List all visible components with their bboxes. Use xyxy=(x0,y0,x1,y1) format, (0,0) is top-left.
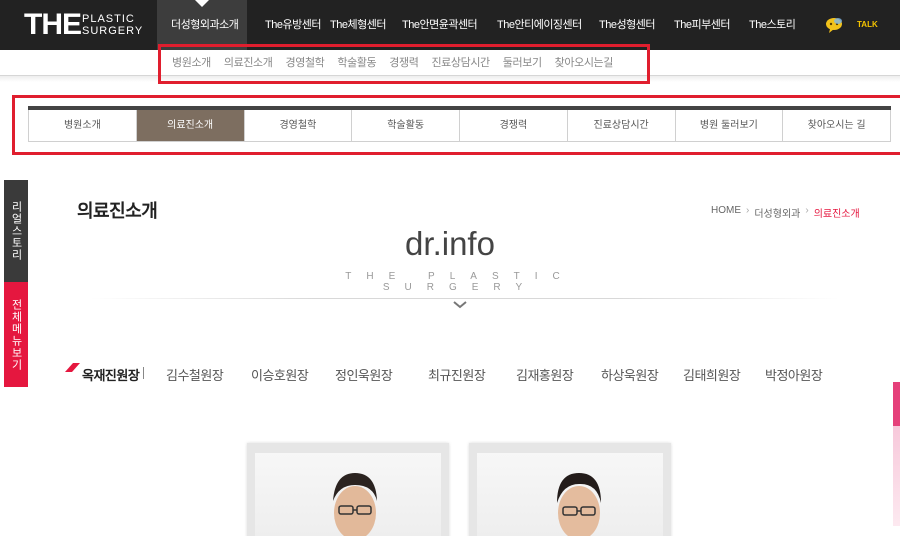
gnb-label: 더성형외과소개 xyxy=(171,19,239,31)
breadcrumb-section[interactable]: 더성형외과 xyxy=(754,205,800,220)
doctor-tab-1[interactable]: 옥재진원장 xyxy=(82,365,166,384)
gnb-label: The안면윤곽센터 xyxy=(402,19,478,31)
doctor-tab-4[interactable]: 정인욱원장 xyxy=(335,365,428,384)
gnb-item-story[interactable]: The스토리 xyxy=(740,0,810,50)
gnb-label: The유방센터 xyxy=(265,19,321,31)
breadcrumb: HOME › 더성형외과 › 의료진소개 xyxy=(711,205,860,220)
doctor-tab-6[interactable]: 김재홍원장 xyxy=(516,365,601,384)
tab-directions[interactable]: 찾아오시는 길 xyxy=(783,110,891,141)
tab-academic[interactable]: 학술활동 xyxy=(352,110,460,141)
gnb-label: The스토리 xyxy=(749,19,796,31)
gnb-label: The피부센터 xyxy=(674,19,730,31)
doctor-list: 옥재진원장 김수철원장 이승호원장 정인욱원장 최규진원장 김재홍원장 하상욱원… xyxy=(82,365,835,384)
gnb-label: The체형센터 xyxy=(330,19,386,31)
gnb-label: The안티에이징센터 xyxy=(497,19,582,31)
hero-subtitle: THE PLASTIC SURGERY xyxy=(345,271,575,293)
gnb-item-skin-center[interactable]: The피부센터 xyxy=(665,0,740,50)
logo-plastic: PLASTIC xyxy=(82,13,135,25)
doctor-tab-7[interactable]: 하상욱원장 xyxy=(601,365,683,384)
side-tab-all-menu[interactable]: 전체메뉴보기 xyxy=(4,282,28,387)
hero-title: dr.info xyxy=(405,225,495,262)
logo[interactable]: THE PLASTIC SURGERY xyxy=(24,8,142,42)
chat-icon[interactable] xyxy=(825,17,843,33)
section-tabs: 병원소개 의료진소개 경영철학 학술활동 경쟁력 진료상담시간 병원 둘러보기 … xyxy=(28,110,891,142)
gnb-item-antiaging-center[interactable]: The안티에이징센터 xyxy=(490,0,591,50)
doctor-portrait-icon xyxy=(333,473,377,536)
page: THE PLASTIC SURGERY 더성형외과소개 The유방센터 The체… xyxy=(0,0,900,536)
gnb-label: The성형센터 xyxy=(599,19,655,31)
side-tab-label: 전체메뉴보기 xyxy=(10,298,22,371)
right-quick-panel xyxy=(893,426,900,526)
breadcrumb-home[interactable]: HOME xyxy=(711,205,741,220)
gnb-item-clinic-intro[interactable]: 더성형외과소개 xyxy=(157,0,247,50)
tab-competitiveness[interactable]: 경쟁력 xyxy=(460,110,568,141)
hero-divider xyxy=(90,298,840,299)
tab-hospital-intro[interactable]: 병원소개 xyxy=(29,110,137,141)
doctor-tab-5[interactable]: 최규진원장 xyxy=(428,365,516,384)
tab-philosophy[interactable]: 경영철학 xyxy=(244,110,353,141)
doctor-photo-card[interactable] xyxy=(469,443,671,536)
tab-doctors[interactable]: 의료진소개 xyxy=(136,110,245,141)
logo-surgery: SURGERY xyxy=(82,25,144,37)
chevron-down-icon xyxy=(453,301,467,309)
breadcrumb-separator-icon: › xyxy=(746,205,750,216)
doctor-tab-2[interactable]: 김수철원장 xyxy=(166,365,251,384)
gnb-item-plastic-center[interactable]: The성형센터 xyxy=(591,0,665,50)
doctor-tab-3[interactable]: 이승호원장 xyxy=(251,365,335,384)
top-nav-bar: THE PLASTIC SURGERY 더성형외과소개 The유방센터 The체… xyxy=(0,0,900,50)
doctor-tab-9[interactable]: 박정아원장 xyxy=(765,365,835,384)
gnb-item-body-center[interactable]: The체형센터 xyxy=(324,0,399,50)
talk-label[interactable]: TALK xyxy=(857,20,878,29)
doctor-tab-8[interactable]: 김태희원장 xyxy=(683,365,765,384)
page-title: 의료진소개 xyxy=(77,201,158,221)
doctor-photo-card[interactable] xyxy=(247,443,449,536)
doctor-photo xyxy=(255,453,441,536)
logo-the: THE xyxy=(24,8,82,41)
doctor-portrait-icon xyxy=(557,473,601,536)
breadcrumb-separator-icon: › xyxy=(805,205,809,216)
gnb-item-breast-center[interactable]: The유방센터 xyxy=(247,0,324,50)
tab-hours[interactable]: 진료상담시간 xyxy=(567,110,676,141)
right-quick-tab[interactable] xyxy=(893,382,900,426)
active-menu-arrow-icon xyxy=(195,0,209,7)
main-menu: 더성형외과소개 The유방센터 The체형센터 The안면윤곽센터 The안티에… xyxy=(157,0,810,50)
breadcrumb-current: 의료진소개 xyxy=(813,209,860,220)
tab-tour[interactable]: 병원 둘러보기 xyxy=(675,110,784,141)
highlight-box-submenu xyxy=(158,44,650,84)
gnb-item-facial-contour-center[interactable]: The안면윤곽센터 xyxy=(399,0,490,50)
doctor-photo xyxy=(477,453,663,536)
active-doctor-marker-icon xyxy=(65,363,80,372)
